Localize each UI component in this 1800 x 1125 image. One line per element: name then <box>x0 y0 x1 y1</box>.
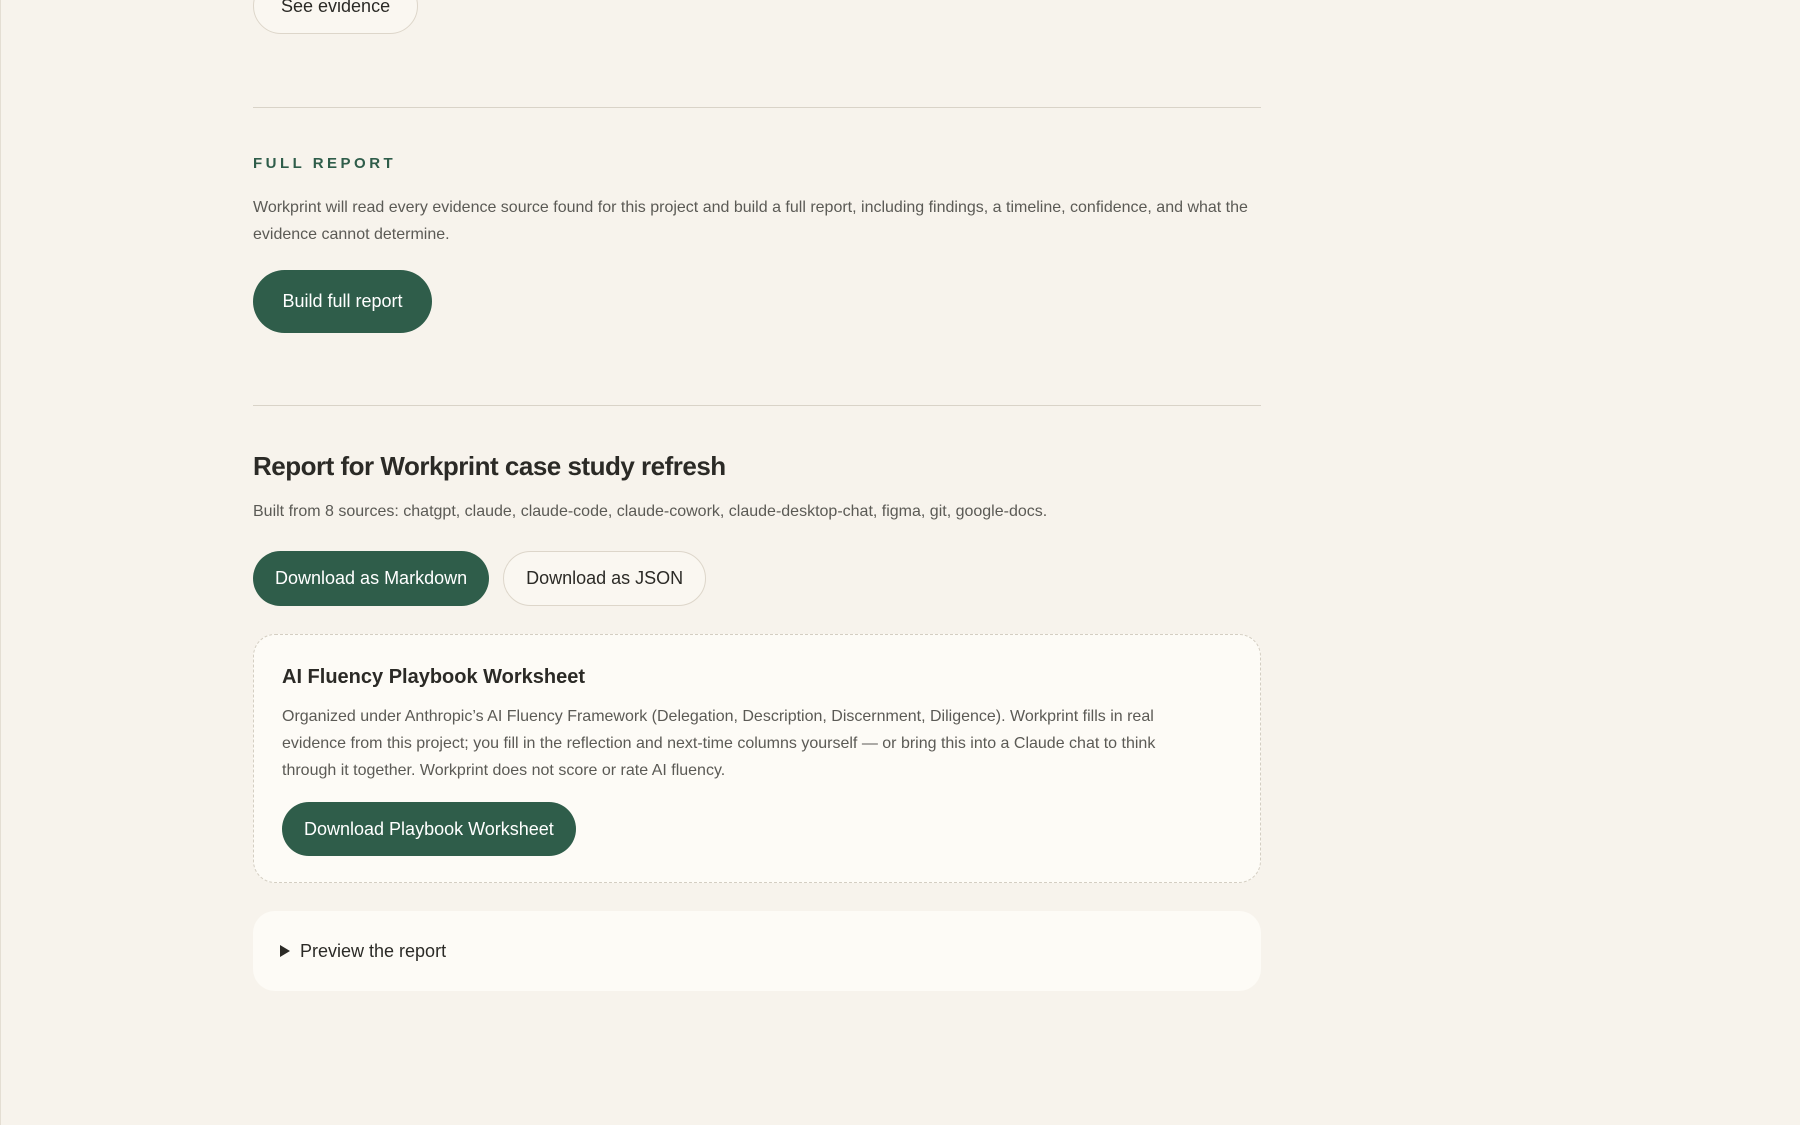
full-report-section-label: FULL REPORT <box>253 155 397 172</box>
download-markdown-button[interactable]: Download as Markdown <box>253 551 490 606</box>
download-buttons-row: Download as Markdown Download as JSON <box>253 551 707 606</box>
preview-report-label: Preview the report <box>300 940 447 961</box>
section-divider <box>253 405 1261 406</box>
download-json-button[interactable]: Download as JSON <box>503 551 707 606</box>
section-divider <box>253 107 1261 108</box>
report-title: Report for Workprint case study refresh <box>253 451 726 481</box>
see-evidence-button[interactable]: See evidence <box>253 0 419 34</box>
playbook-description: Organized under Anthropic’s AI Fluency F… <box>282 708 1156 779</box>
full-report-description: Workprint will read every evidence sourc… <box>253 199 1248 243</box>
report-sources-text: Built from 8 sources: chatgpt, claude, c… <box>253 503 1048 520</box>
build-full-report-button[interactable]: Build full report <box>253 270 432 333</box>
download-playbook-worksheet-button[interactable]: Download Playbook Worksheet <box>282 802 576 856</box>
page-left-edge <box>0 0 1 1125</box>
preview-report-disclosure[interactable]: Preview the report <box>253 911 1261 991</box>
playbook-worksheet-card: AI Fluency Playbook Worksheet Organized … <box>253 634 1261 883</box>
disclosure-triangle-right-icon <box>280 945 290 957</box>
playbook-title: AI Fluency Playbook Worksheet <box>282 666 586 688</box>
